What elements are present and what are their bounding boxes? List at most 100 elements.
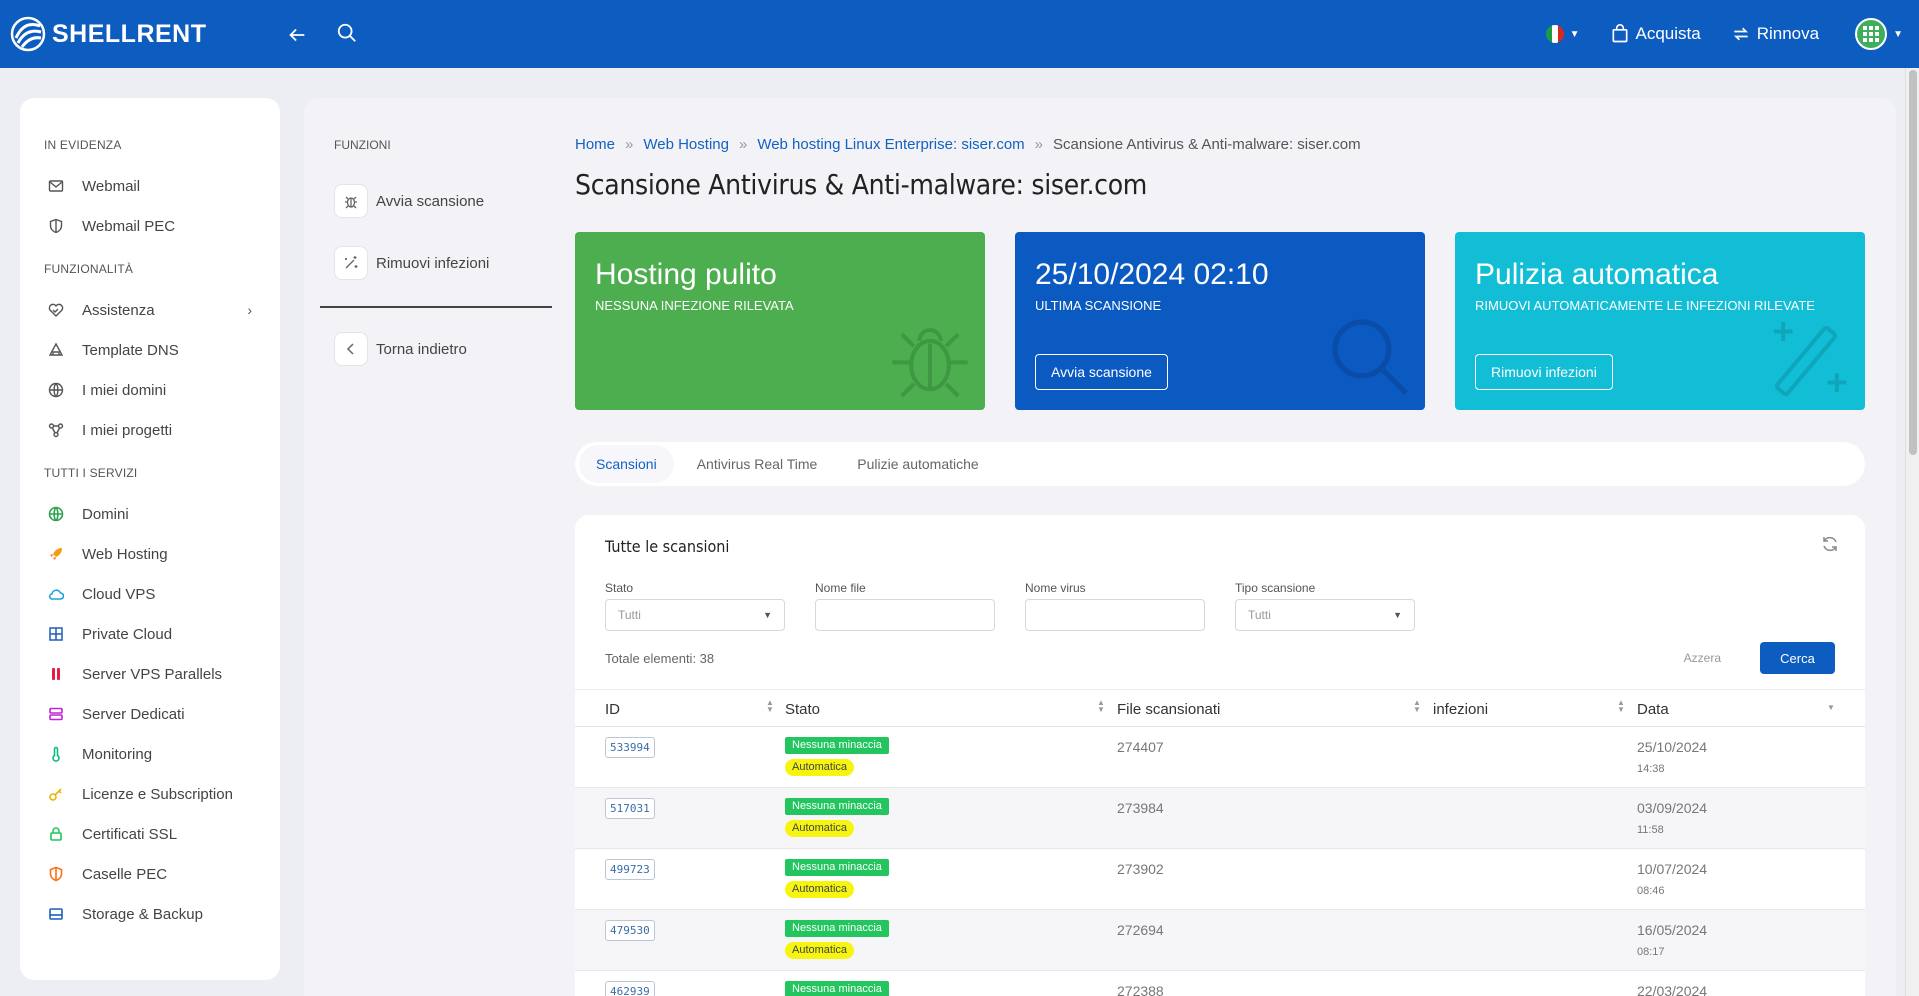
func-avvia-scansione[interactable]: Avvia scansione [320, 170, 552, 232]
files-scanned: 274407 [1117, 739, 1164, 755]
refresh-icon[interactable] [1821, 535, 1839, 553]
breadcrumb-web-hosting[interactable]: Web Hosting [643, 136, 729, 153]
sidebar-item-domini[interactable]: Domini [20, 494, 280, 534]
sort-icon[interactable]: ▲ ▼ [1097, 699, 1105, 714]
col-id[interactable]: ID [605, 701, 620, 718]
parallels-icon [52, 668, 60, 680]
sidebar-item-vps-parallels[interactable]: Server VPS Parallels [20, 654, 280, 694]
scrollbar-thumb[interactable] [1909, 70, 1917, 455]
col-stato[interactable]: Stato [785, 701, 820, 718]
func-rimuovi-infezioni[interactable]: Rimuovi infezioni [320, 232, 552, 294]
magic-wand-icon [1773, 322, 1847, 397]
language-selector[interactable]: ▼ [1545, 25, 1580, 43]
scan-time: 14:38 [1637, 763, 1665, 775]
card-subtitle: RIMUOVI AUTOMATICAMENTE LE INFEZIONI RIL… [1475, 298, 1815, 313]
func-torna-indietro[interactable]: Torna indietro [320, 318, 552, 380]
type-badge: Automatica [785, 942, 855, 959]
page-scrollbar[interactable] [1905, 68, 1919, 996]
sidebar-item-label: Monitoring [82, 745, 153, 763]
caret-down-icon: ▼ [763, 610, 772, 620]
table-header: ID ▲ ▼ Stato ▲ ▼ File scansionati ▲ ▼ infez… [575, 689, 1865, 727]
sidebar-item-webmail-pec[interactable]: Webmail PEC [20, 206, 280, 246]
filter-label: Nome virus [1025, 581, 1086, 595]
rinnova-link[interactable]: Rinnova [1731, 24, 1819, 44]
table-row[interactable]: 517031 Nessuna minaccia Automatica 27398… [575, 788, 1865, 849]
scans-table: ID ▲ ▼ Stato ▲ ▼ File scansionati ▲ ▼ infez… [575, 689, 1865, 996]
func-label: Avvia scansione [376, 192, 485, 210]
sidebar-item-caselle-pec[interactable]: Caselle PEC [20, 854, 280, 894]
scan-id[interactable]: 533994 [605, 737, 655, 758]
func-icon-box [334, 332, 368, 366]
scan-id[interactable]: 499723 [605, 859, 655, 880]
card-title: Pulizia automatica [1475, 258, 1719, 291]
sidebar-item-ssl[interactable]: Certificati SSL [20, 814, 280, 854]
sidebar-item-server-dedicati[interactable]: Server Dedicati [20, 694, 280, 734]
sidebar-item-label: Webmail [82, 177, 141, 195]
account-menu[interactable]: ▼ [1819, 18, 1903, 50]
nome-file-input[interactable] [815, 599, 995, 631]
sidebar-item-label: Webmail PEC [82, 217, 176, 235]
sidebar-item-label: I miei progetti [82, 421, 173, 439]
scan-id[interactable]: 517031 [605, 798, 655, 819]
logo[interactable]: SHELLRENT [10, 16, 207, 52]
func-icon-box [334, 184, 368, 218]
sort-icon[interactable]: ▲ ▼ [1617, 699, 1625, 714]
sidebar-item-private-cloud[interactable]: Private Cloud [20, 614, 280, 654]
sidebar-item-label: Server Dedicati [82, 705, 185, 723]
scan-date: 16/05/2024 [1637, 922, 1708, 938]
tab-pulizie-automatiche[interactable]: Pulizie automatiche [840, 445, 995, 483]
filter-nome-file: Nome file [815, 581, 995, 631]
sidebar-item-domini-miei[interactable]: I miei domini [20, 370, 280, 410]
table-row[interactable]: 462939 Nessuna minaccia Automatica 27238… [575, 971, 1865, 996]
sidebar-item-webmail[interactable]: Webmail [20, 166, 280, 206]
sidebar-item-storage[interactable]: Storage & Backup [20, 894, 280, 934]
table-row[interactable]: 499723 Nessuna minaccia Automatica 27390… [575, 849, 1865, 910]
avvia-scansione-button[interactable]: Avvia scansione [1035, 354, 1168, 390]
table-row[interactable]: 533994 Nessuna minaccia Automatica 27440… [575, 727, 1865, 788]
acquista-link[interactable]: Acquista [1610, 24, 1701, 44]
sidebar-item-assistenza[interactable]: Assistenza › [20, 290, 280, 330]
arrow-left-icon[interactable] [286, 24, 308, 46]
col-data[interactable]: Data [1637, 701, 1669, 718]
breadcrumb-enterprise[interactable]: Web hosting Linux Enterprise: siser.com [757, 136, 1024, 153]
tab-antivirus-real-time[interactable]: Antivirus Real Time [680, 445, 835, 483]
sidebar-item-monitoring[interactable]: Monitoring [20, 734, 280, 774]
files-scanned: 273902 [1117, 861, 1164, 877]
thermometer-icon [52, 746, 60, 762]
select-value: Tutti [618, 608, 641, 622]
rimuovi-infezioni-button[interactable]: Rimuovi infezioni [1475, 354, 1613, 390]
search-button[interactable]: Cerca [1760, 642, 1835, 674]
top-bar: SHELLRENT ▼ Acquista Rinnova ▼ [0, 0, 1919, 68]
table-row[interactable]: 479530 Nessuna minaccia Automatica 27269… [575, 910, 1865, 971]
col-file-scansionati[interactable]: File scansionati [1117, 701, 1220, 718]
search-icon[interactable] [336, 22, 358, 44]
sort-icon[interactable]: ▲ ▼ [766, 699, 774, 714]
scan-id[interactable]: 462939 [605, 981, 655, 996]
globe-green-icon [48, 506, 64, 522]
sort-desc-icon[interactable]: ▼ [1827, 704, 1835, 712]
sort-icon[interactable]: ▲ ▼ [1413, 699, 1421, 714]
tab-scansioni[interactable]: Scansioni [579, 445, 674, 483]
nome-virus-input[interactable] [1025, 599, 1205, 631]
dns-icon [48, 342, 64, 356]
sidebar-item-progetti[interactable]: I miei progetti [20, 410, 280, 450]
sidebar-item-cloud-vps[interactable]: Cloud VPS [20, 574, 280, 614]
sidebar-item-web-hosting[interactable]: Web Hosting [20, 534, 280, 574]
scan-id[interactable]: 479530 [605, 920, 655, 941]
sidebar-item-label: Caselle PEC [82, 865, 168, 883]
chevron-right-icon: › [247, 302, 252, 318]
breadcrumb-separator: » [738, 136, 748, 153]
col-infezioni[interactable]: infezioni [1433, 701, 1488, 718]
sidebar-item-licenze[interactable]: Licenze e Subscription [20, 774, 280, 814]
functions-column: FUNZIONI Avvia scansione Rimuovi infezio… [320, 138, 552, 380]
sidebar-item-label: Licenze e Subscription [82, 785, 233, 803]
breadcrumb-home[interactable]: Home [575, 136, 615, 153]
tipo-scansione-select[interactable]: Tutti ▼ [1235, 599, 1415, 631]
functions-title: FUNZIONI [334, 138, 391, 152]
magic-wand-icon [345, 256, 358, 269]
stato-select[interactable]: Tutti ▼ [605, 599, 785, 631]
italy-flag-icon [1545, 25, 1564, 43]
reset-link[interactable]: Azzera [1684, 651, 1721, 665]
sidebar-item-template-dns[interactable]: Template DNS [20, 330, 280, 370]
func-icon-box [334, 246, 368, 280]
